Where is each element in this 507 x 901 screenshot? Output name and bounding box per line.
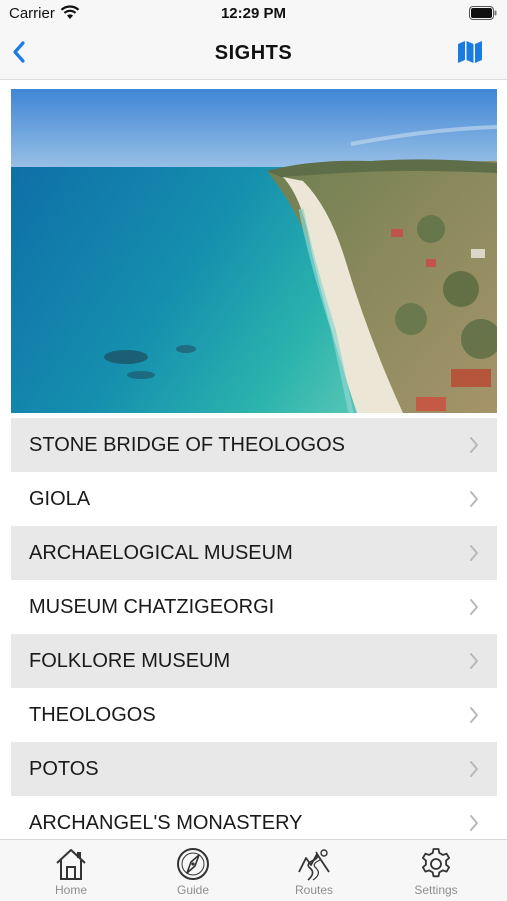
- chevron-right-icon: [470, 707, 478, 723]
- page-title: SIGHTS: [214, 42, 293, 64]
- list-item[interactable]: STONE BRIDGE OF THEOLOGOS: [11, 418, 497, 472]
- list-item-label: STONE BRIDGE OF THEOLOGOS: [29, 433, 345, 456]
- navigation-bar: SIGHTS: [0, 26, 507, 80]
- list-item[interactable]: MUSEUM CHATZIGEORGI: [11, 580, 497, 634]
- sights-list: STONE BRIDGE OF THEOLOGOS GIOLA ARCHAELO…: [11, 418, 497, 850]
- chevron-right-icon: [470, 491, 478, 507]
- list-item-label: THEOLOGOS: [29, 703, 156, 726]
- tab-home-label: Home: [54, 883, 87, 897]
- chevron-right-icon: [470, 653, 478, 669]
- list-item-label: MUSEUM CHATZIGEORGI: [29, 595, 275, 618]
- chevron-right-icon: [470, 761, 478, 777]
- chevron-right-icon: [470, 545, 478, 561]
- list-item-label: ARCHAELOGICAL MUSEUM: [29, 541, 293, 564]
- list-item[interactable]: GIOLA: [11, 472, 497, 526]
- map-icon[interactable]: [457, 40, 483, 64]
- hero-beach-photo: [11, 89, 497, 413]
- compass-icon: [177, 848, 209, 880]
- battery-icon: [469, 6, 497, 20]
- routes-icon: [298, 849, 330, 881]
- tab-routes[interactable]: Routes: [251, 840, 377, 901]
- tab-guide[interactable]: Guide: [130, 840, 256, 901]
- list-item-label: GIOLA: [29, 487, 91, 510]
- chevron-right-icon: [470, 437, 478, 453]
- list-item[interactable]: THEOLOGOS: [11, 688, 497, 742]
- chevron-right-icon: [470, 599, 478, 615]
- home-icon: [56, 849, 86, 880]
- tab-guide-label: Guide: [176, 883, 210, 897]
- list-item[interactable]: FOLKLORE MUSEUM: [11, 634, 497, 688]
- status-bar: Carrier 12:29 PM: [0, 0, 507, 26]
- tab-bar: Home Guide Routes Settings: [0, 839, 507, 901]
- list-item-label: POTOS: [29, 757, 99, 780]
- tab-settings[interactable]: Settings: [373, 840, 499, 901]
- clock: 12:29 PM: [220, 5, 287, 22]
- chevron-right-icon: [470, 815, 478, 831]
- tab-settings-label: Settings: [414, 883, 458, 897]
- list-item[interactable]: ARCHAELOGICAL MUSEUM: [11, 526, 497, 580]
- gear-icon: [422, 848, 450, 878]
- list-item[interactable]: POTOS: [11, 742, 497, 796]
- tab-routes-label: Routes: [294, 883, 334, 897]
- list-item-label: FOLKLORE MUSEUM: [29, 649, 231, 672]
- tab-home[interactable]: Home: [8, 840, 134, 901]
- list-item-label: ARCHANGEL'S MONASTERY: [29, 811, 303, 834]
